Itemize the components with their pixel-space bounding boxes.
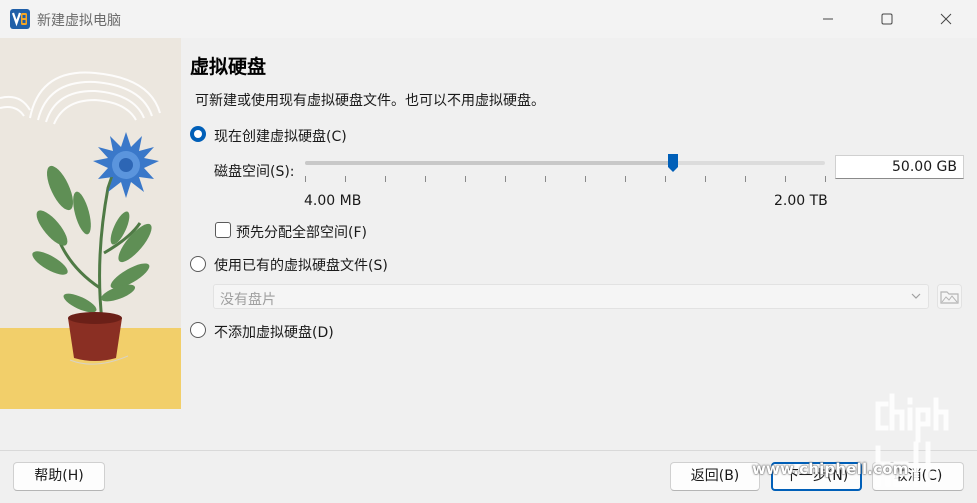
disk-size-field[interactable]: 50.00 GB [835,155,964,179]
help-button[interactable]: 帮助(H) [13,462,105,491]
slider-tick [425,176,426,182]
create-new-disk-label[interactable]: 现在创建虚拟硬盘(C) [214,126,347,146]
slider-tick [585,176,586,182]
slider-tick [505,176,506,182]
existing-disk-select[interactable]: 没有盘片 [213,284,929,309]
close-icon [940,13,952,25]
disk-size-slider-thumb[interactable] [667,153,679,173]
watermark-url: www.chiphell.com [752,460,909,478]
slider-tick [385,176,386,182]
close-button[interactable] [923,0,969,38]
page-title: 虚拟硬盘 [190,56,267,78]
no-disk-radio[interactable] [190,322,206,338]
slider-tick [665,176,666,182]
slider-min-label: 4.00 MB [304,193,362,209]
slider-tick [305,176,306,182]
slider-tick [625,176,626,182]
virtualbox-app-icon [10,9,30,29]
slider-tick [785,176,786,182]
slider-tick [825,176,826,182]
existing-disk-select-value: 没有盘片 [220,292,276,308]
slider-tick [465,176,466,182]
use-existing-disk-radio[interactable] [190,256,206,272]
minimize-icon [823,18,833,20]
slider-tick [345,176,346,182]
preallocate-label[interactable]: 预先分配全部空间(F) [236,222,367,242]
no-disk-label[interactable]: 不添加虚拟硬盘(D) [214,322,334,342]
browse-folder-icon[interactable] [937,284,962,309]
window-title: 新建虚拟电脑 [37,13,121,29]
slider-tick [545,176,546,182]
disk-size-slider-fill [305,161,669,165]
slider-tick [745,176,746,182]
wizard-illustration [0,38,181,409]
back-button[interactable]: 返回(B) [670,462,760,491]
title-bar: 新建虚拟电脑 [0,0,977,38]
preallocate-checkbox[interactable] [215,222,231,238]
slider-tick [705,176,706,182]
disk-size-slider-track[interactable] [305,161,825,165]
use-existing-disk-label[interactable]: 使用已有的虚拟硬盘文件(S) [214,255,388,275]
footer-separator [0,450,977,451]
chevron-down-icon [911,293,921,299]
create-new-disk-radio[interactable] [190,126,206,142]
maximize-button[interactable] [864,0,910,38]
minimize-button[interactable] [805,0,851,38]
page-description: 可新建或使用现有虚拟硬盘文件。也可以不用虚拟硬盘。 [195,93,545,109]
potted-flower-illustration [0,38,181,409]
disk-size-label: 磁盘空间(S): [214,164,295,180]
maximize-icon [881,13,893,25]
slider-max-label: 2.00 TB [774,193,828,209]
